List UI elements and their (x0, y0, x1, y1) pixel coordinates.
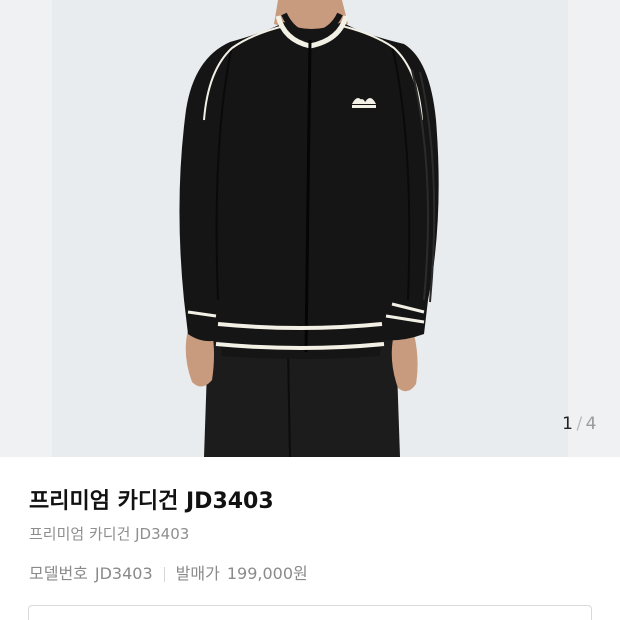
pager-total: 4 (585, 414, 597, 434)
product-subtitle: 프리미엄 카디건 JD3403 (29, 525, 190, 543)
product-meta-row: 모델번호 JD3403 발매가 199,000원 (29, 563, 308, 585)
pager-separator: / (576, 414, 583, 434)
model-number-value: JD3403 (94, 564, 153, 583)
product-detail-page: 1/4 프리미엄 카디건 JD3403 프리미엄 카디건 JD3403 모델번호… (0, 0, 620, 620)
release-price-label: 발매가 (175, 564, 220, 583)
option-select-box[interactable] (28, 605, 592, 620)
cardigan-photo-illustration (52, 0, 568, 457)
product-photo[interactable] (52, 0, 568, 457)
image-pager: 1/4 (562, 412, 597, 436)
product-info-section: 프리미엄 카디건 JD3403 프리미엄 카디건 JD3403 모델번호 JD3… (0, 457, 620, 620)
release-price-value: 199,000원 (226, 564, 308, 583)
meta-divider (163, 566, 165, 582)
model-number-label: 모델번호 (29, 564, 88, 583)
pager-current: 1 (562, 414, 574, 434)
product-title: 프리미엄 카디건 JD3403 (29, 489, 274, 514)
product-image-gallery[interactable]: 1/4 (0, 0, 620, 457)
